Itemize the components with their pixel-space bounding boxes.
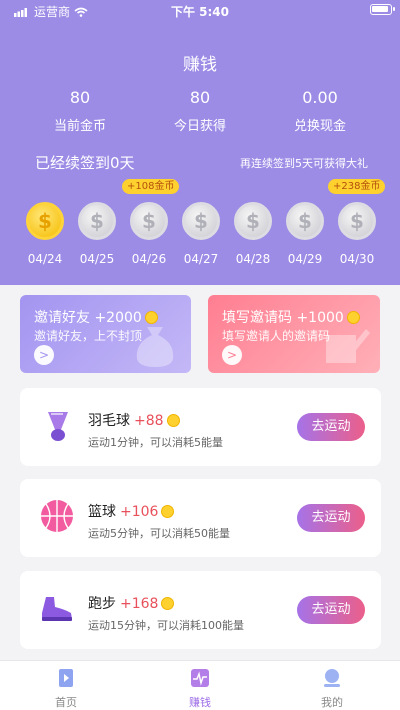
stat-exchange-cash[interactable]: 0.00 兑换现金: [260, 88, 380, 134]
dollar-icon: $: [298, 209, 312, 233]
checkin-coin-day-5[interactable]: $: [234, 202, 272, 240]
checkin-date: 04/30: [339, 252, 375, 266]
sport-name: 羽毛球 +88: [88, 410, 180, 430]
sport-desc: 运动1分钟，可以消耗5能量: [88, 436, 223, 449]
sport-points: +168: [120, 596, 159, 612]
clock: 下午 5:40: [170, 5, 230, 19]
go-exercise-button[interactable]: 去运动: [297, 413, 365, 441]
invite-card-subtitle: 邀请好友，上不封顶: [34, 329, 143, 343]
sport-desc: 运动15分钟，可以消耗100能量: [88, 619, 244, 632]
tab-label: 首页: [55, 696, 77, 709]
go-exercise-button[interactable]: 去运动: [297, 596, 365, 624]
dollar-icon: $: [246, 209, 260, 233]
page-title: 赚钱: [183, 55, 217, 75]
coin-icon: [346, 311, 360, 324]
sport-points: +106: [120, 504, 159, 520]
earn-icon: [191, 669, 209, 687]
sport-card-basketball: 篮球 +106 运动5分钟，可以消耗50能量 去运动: [20, 479, 381, 557]
checkin-coin-day-1[interactable]: $: [26, 202, 64, 240]
go-exercise-button[interactable]: 去运动: [297, 504, 365, 532]
header-panel: 运营商 下午 5:40 赚钱 80 当前金币 80 今日获得 0.00 兑换现金…: [0, 0, 400, 285]
sport-name-text: 羽毛球: [88, 413, 130, 429]
sport-desc: 运动5分钟，可以消耗50能量: [88, 527, 230, 540]
profile-icon: [324, 669, 340, 687]
running-shoe-icon: [42, 597, 72, 621]
sport-card-running: 跑步 +168 运动15分钟，可以消耗100能量 去运动: [20, 571, 381, 649]
checkin-date: 04/28: [235, 252, 271, 266]
checkin-coin-day-2[interactable]: $: [78, 202, 116, 240]
bonus-badge: +238金币: [328, 179, 386, 194]
checkin-coin-day-6[interactable]: $: [286, 202, 324, 240]
checkin-coin-day-4[interactable]: $: [182, 202, 220, 240]
stat-value: 0.00: [302, 88, 338, 107]
checkin-coin-day-7[interactable]: $: [338, 202, 376, 240]
battery-icon: [370, 4, 395, 15]
coin-icon: [166, 414, 180, 427]
arrow-right-icon[interactable]: >: [34, 345, 54, 365]
sport-points: +88: [134, 413, 164, 429]
stat-label: 今日获得: [173, 119, 226, 134]
checkin-date: 04/25: [79, 252, 115, 266]
bonus-badge: +108金币: [122, 179, 180, 194]
stat-current-coins: 80 当前金币: [20, 88, 140, 134]
coin-icon: [144, 311, 158, 324]
stat-label: 兑换现金: [293, 119, 346, 134]
sport-name: 篮球 +106: [88, 501, 175, 521]
coin-icon: [161, 597, 175, 610]
checkin-coin-day-3[interactable]: $: [130, 202, 168, 240]
coin-icon: [161, 505, 175, 518]
dollar-icon: $: [38, 209, 52, 233]
stat-label: 当前金币: [53, 119, 106, 134]
invite-card-subtitle: 填写邀请人的邀请码: [222, 329, 331, 343]
dollar-icon: $: [194, 209, 208, 233]
dollar-icon: $: [142, 209, 156, 233]
dollar-icon: $: [350, 209, 364, 233]
invite-card-title: 邀请好友 +2000: [34, 307, 158, 327]
sport-name-text: 篮球: [88, 504, 116, 520]
badminton-icon: [48, 412, 68, 441]
tab-label: 赚钱: [189, 696, 211, 709]
tab-label: 我的: [321, 696, 343, 709]
checkin-date: 04/26: [131, 252, 167, 266]
invite-card-title-text: 填写邀请码 +1000: [222, 310, 344, 326]
checkin-date: 04/24: [27, 252, 63, 266]
dollar-icon: $: [90, 209, 104, 233]
streak-tip: 再连续签到5天可获得大礼: [240, 157, 368, 170]
invite-friends-card[interactable]: 邀请好友 +2000 邀请好友，上不封顶 >: [20, 295, 191, 373]
tab-home[interactable]: 首页: [26, 668, 106, 710]
basketball-icon: [41, 500, 73, 532]
tab-earn[interactable]: 赚钱: [160, 668, 240, 710]
stat-value: 80: [189, 88, 211, 107]
home-icon: [59, 669, 73, 687]
invite-card-title: 填写邀请码 +1000: [222, 307, 360, 327]
stat-today-earned: 80 今日获得: [140, 88, 260, 134]
checkin-date: 04/27: [183, 252, 219, 266]
tab-profile[interactable]: 我的: [292, 668, 372, 710]
sport-card-badminton: 羽毛球 +88 运动1分钟，可以消耗5能量 去运动: [20, 388, 381, 466]
enter-invite-code-card[interactable]: 填写邀请码 +1000 填写邀请人的邀请码 >: [208, 295, 380, 373]
streak-text: 已经续签到0天: [35, 154, 135, 172]
tab-bar: 首页 赚钱 我的: [0, 660, 400, 710]
sport-name: 跑步 +168: [88, 593, 175, 613]
checkin-date: 04/29: [287, 252, 323, 266]
sport-name-text: 跑步: [88, 596, 116, 612]
stat-value: 80: [69, 88, 91, 107]
invite-card-title-text: 邀请好友 +2000: [34, 310, 142, 326]
arrow-right-icon[interactable]: >: [222, 345, 242, 365]
status-bar: 运营商 下午 5:40: [0, 0, 400, 20]
